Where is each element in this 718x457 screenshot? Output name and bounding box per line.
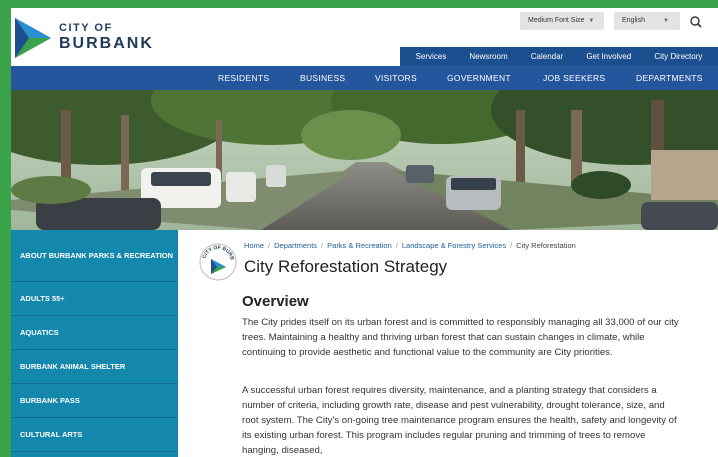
nav-job-seekers[interactable]: JOB SEEKERS	[543, 66, 605, 90]
breadcrumb-landscape[interactable]: Landscape & Forestry Services	[402, 241, 506, 250]
nav-newsroom[interactable]: Newsroom	[469, 52, 507, 61]
overview-paragraph-2: A successful urban forest requires diver…	[242, 385, 677, 456]
breadcrumb-current: City Reforestation	[516, 241, 576, 250]
city-seal-icon: CITY OF BURBANK	[199, 243, 237, 281]
nav-business[interactable]: BUSINESS	[300, 66, 345, 90]
chevron-down-icon: ▼	[662, 18, 669, 24]
nav-departments[interactable]: DEPARTMENTS	[636, 66, 703, 90]
page-title: City Reforestation Strategy	[244, 257, 448, 276]
sidebar-item-aquatics[interactable]: AQUATICS	[11, 316, 178, 350]
language-label: English	[622, 17, 645, 24]
search-icon[interactable]	[687, 14, 705, 30]
nav-get-involved[interactable]: Get Involved	[586, 52, 631, 61]
utility-nav: Services Newsroom Calendar Get Involved …	[400, 47, 718, 66]
language-select[interactable]: English ▼	[614, 12, 680, 30]
breadcrumb: Home / Departments / Parks & Recreation / Land…	[244, 241, 576, 250]
hero-image	[11, 90, 718, 230]
site-logo-text[interactable]: CITY OF BURBANK	[59, 22, 154, 52]
sidebar-item-about-parks[interactable]: ABOUT BURBANK PARKS & RECREATION	[11, 230, 178, 282]
breadcrumb-separator: /	[395, 241, 398, 250]
breadcrumb-parks[interactable]: Parks & Recreation	[327, 241, 392, 250]
breadcrumb-departments[interactable]: Departments	[274, 241, 317, 250]
sidebar-item-animal-shelter[interactable]: BURBANK ANIMAL SHELTER	[11, 350, 178, 384]
font-size-select[interactable]: Medium Font Size ▼	[520, 12, 604, 30]
burbank-logo-icon[interactable]	[15, 18, 51, 58]
site-header: CITY OF BURBANK Medium Font Size ▼ Englis…	[11, 8, 718, 66]
breadcrumb-separator: /	[268, 241, 271, 250]
font-size-label: Medium Font Size	[528, 17, 585, 24]
nav-visitors[interactable]: VISITORS	[375, 66, 417, 90]
nav-city-directory[interactable]: City Directory	[654, 52, 702, 61]
sidebar-nav: ABOUT BURBANK PARKS & RECREATION ADULTS …	[11, 230, 178, 457]
nav-calendar[interactable]: Calendar	[531, 52, 563, 61]
nav-services[interactable]: Services	[416, 52, 447, 61]
overview-paragraph-1: The City prides itself on its urban fore…	[242, 317, 679, 358]
nav-residents[interactable]: RESIDENTS	[218, 66, 269, 90]
sidebar-item-cultural-arts[interactable]: CULTURAL ARTS	[11, 418, 178, 452]
main-nav: RESIDENTS BUSINESS VISITORS GOVERNMENT J…	[11, 66, 718, 90]
page: CITY OF BURBANK Medium Font Size ▼ Englis…	[11, 8, 718, 457]
breadcrumb-separator: /	[321, 241, 324, 250]
breadcrumb-home[interactable]: Home	[244, 241, 264, 250]
sidebar-item-burbank-pass[interactable]: BURBANK PASS	[11, 384, 178, 418]
logo-line-2: BURBANK	[59, 35, 154, 52]
main-content: CITY OF BURBANK Home/Departments/Parks &…	[189, 230, 718, 457]
sidebar-item-adults-55[interactable]: ADULTS 55+	[11, 282, 178, 316]
nav-government[interactable]: GOVERNMENT	[447, 66, 511, 90]
breadcrumb-separator: /	[510, 241, 513, 250]
section-title: Overview	[242, 293, 309, 310]
chevron-down-icon: ▼	[588, 18, 595, 24]
logo-line-1: CITY OF	[59, 22, 113, 34]
